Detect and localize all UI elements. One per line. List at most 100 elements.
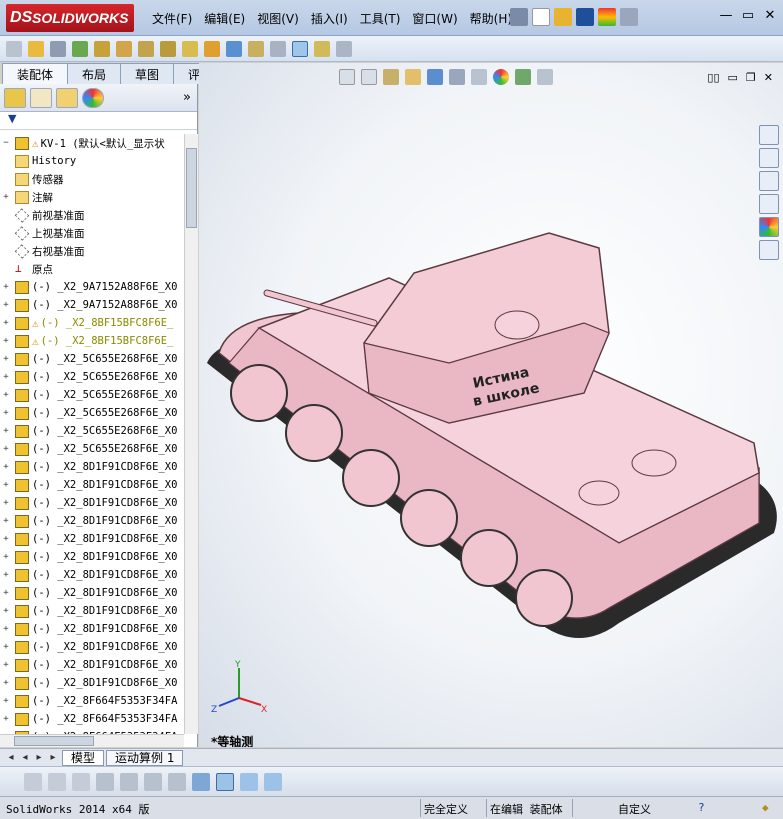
close-button[interactable]: ✕ — [763, 8, 777, 23]
tree-item[interactable]: + (-) _X2_5C655E268F6E_X0 — [0, 404, 184, 422]
tree-item[interactable]: + (-) _X2_8D1F91CD8F6E_X0 — [0, 656, 184, 674]
bill-of-materials-icon[interactable] — [226, 40, 242, 57]
display-manager-tab-icon[interactable] — [82, 87, 104, 108]
take-snapshot-icon[interactable] — [336, 40, 352, 57]
stop-icon[interactable] — [96, 772, 114, 791]
tree-item[interactable]: + (-) _X2_8D1F91CD8F6E_X0 — [0, 548, 184, 566]
menu-window[interactable]: 窗口(W) — [406, 8, 463, 29]
expand-chevron-icon[interactable]: » — [183, 90, 191, 105]
design-library-icon[interactable] — [759, 148, 779, 168]
tree-expand-toggle-icon[interactable]: + — [0, 588, 12, 598]
split-vertical-icon[interactable] — [264, 772, 282, 791]
minimize-button[interactable]: — — [719, 8, 733, 23]
custom-properties-icon[interactable] — [759, 240, 779, 260]
tree-expand-toggle-icon[interactable]: + — [0, 300, 12, 310]
tree-item[interactable]: + (-) _X2_8F664F5353F34FA — [0, 710, 184, 728]
results-plot-icon[interactable] — [192, 772, 210, 791]
linear-pattern-icon[interactable] — [72, 40, 88, 57]
tree-item[interactable]: ⊥ 原点 — [0, 260, 184, 278]
tree-item[interactable]: + 注解 — [0, 188, 184, 206]
tree-expand-toggle-icon[interactable]: − — [0, 138, 12, 148]
scroll-thumb-horizontal[interactable] — [14, 736, 94, 746]
filter-bar[interactable]: ▼ — [0, 112, 197, 130]
tree-expand-toggle-icon[interactable]: + — [0, 390, 12, 400]
tree-expand-toggle-icon[interactable]: + — [0, 516, 12, 526]
solidworks-logo[interactable]: DS SOLIDWORKS — [6, 4, 134, 32]
last-tab-arrow-icon[interactable]: ▸ — [46, 752, 60, 763]
tree-expand-toggle-icon[interactable]: + — [0, 606, 12, 616]
tree-item[interactable]: 右视基准面 — [0, 242, 184, 260]
tree-expand-toggle-icon[interactable]: + — [0, 678, 12, 688]
tree-item[interactable]: + ⚠ (-) _X2_8BF15BFC8F6E_ — [0, 314, 184, 332]
tree-item[interactable]: + (-) _X2_8D1F91CD8F6E_X0 — [0, 494, 184, 512]
add-key-icon[interactable] — [168, 772, 186, 791]
configuration-manager-tab-icon[interactable] — [56, 87, 78, 108]
menu-edit[interactable]: 编辑(E) — [198, 8, 251, 29]
new-motion-study-icon[interactable] — [204, 40, 220, 57]
tree-expand-toggle-icon[interactable]: + — [0, 624, 12, 634]
tree-expand-toggle-icon[interactable]: + — [0, 336, 12, 346]
tree-expand-toggle-icon[interactable]: + — [0, 192, 12, 202]
tab-sketch[interactable]: 草图 — [120, 63, 175, 84]
solidworks-resources-icon[interactable] — [759, 125, 779, 145]
tree-item[interactable]: + (-) _X2_8D1F91CD8F6E_X0 — [0, 602, 184, 620]
tab-motion-study[interactable]: 运动算例 1 — [106, 749, 184, 766]
save-icon[interactable] — [576, 8, 594, 26]
new-document-icon[interactable] — [532, 8, 550, 26]
tree-expand-toggle-icon[interactable]: + — [0, 570, 12, 580]
menu-tools[interactable]: 工具(T) — [354, 8, 407, 29]
tree-item[interactable]: + (-) _X2_8F664F5353F34FA — [0, 692, 184, 710]
tree-root-assembly[interactable]: − ⚠ KV-1 (默认<默认_显示状 — [0, 134, 184, 152]
split-horizontal-icon[interactable] — [240, 772, 258, 791]
tree-vertical-scrollbar[interactable] — [184, 134, 198, 734]
tab-assembly[interactable]: 装配体 — [2, 63, 69, 84]
tree-item[interactable]: + ⚠ (-) _X2_8BF15BFC8F6E_ — [0, 332, 184, 350]
tree-expand-toggle-icon[interactable]: + — [0, 354, 12, 364]
tree-item[interactable]: + (-) _X2_5C655E268F6E_X0 — [0, 386, 184, 404]
tree-item[interactable]: History — [0, 152, 184, 170]
insert-component-icon[interactable] — [6, 40, 22, 57]
reference-geometry-icon[interactable] — [182, 40, 198, 57]
tree-item[interactable]: + (-) _X2_8D1F91CD8F6E_X0 — [0, 512, 184, 530]
tank-model[interactable]: Истина в школе — [199, 63, 783, 747]
tree-item[interactable]: + (-) _X2_8D1F91CD8F6E_X0 — [0, 674, 184, 692]
tree-item[interactable]: + (-) _X2_8D1F91CD8F6E_X0 — [0, 620, 184, 638]
tree-item[interactable]: + (-) _X2_8D1F91CD8F6E_X0 — [0, 584, 184, 602]
tree-expand-toggle-icon[interactable]: + — [0, 534, 12, 544]
tree-expand-toggle-icon[interactable]: + — [0, 444, 12, 454]
tree-item[interactable]: + (-) _X2_9A7152A88F6E_X0 — [0, 296, 184, 314]
tree-expand-toggle-icon[interactable]: + — [0, 696, 12, 706]
tab-layout[interactable]: 布局 — [67, 63, 122, 84]
maximize-button[interactable]: ▭ — [741, 8, 755, 23]
feature-tree-tab-icon[interactable] — [4, 87, 26, 108]
pushpin-icon[interactable] — [510, 8, 528, 26]
3d-view-icon[interactable] — [216, 772, 234, 791]
options-gear-icon[interactable] — [620, 8, 638, 26]
new-part-icon[interactable] — [28, 40, 44, 57]
status-units[interactable]: 自定义 — [618, 801, 651, 817]
tree-expand-toggle-icon[interactable]: + — [0, 318, 12, 328]
tree-item[interactable]: + (-) _X2_5C655E268F6E_X0 — [0, 440, 184, 458]
scroll-thumb[interactable] — [186, 148, 197, 228]
tree-item[interactable]: + (-) _X2_8D1F91CD8F6E_X0 — [0, 638, 184, 656]
view-palette-icon[interactable] — [759, 194, 779, 214]
next-tab-arrow-icon[interactable]: ▸ — [32, 752, 46, 763]
tree-expand-toggle-icon[interactable]: + — [0, 462, 12, 472]
file-explorer-icon[interactable] — [759, 171, 779, 191]
menu-insert[interactable]: 插入(I) — [305, 8, 354, 29]
menu-file[interactable]: 文件(F) — [146, 8, 198, 29]
tree-item[interactable]: 前视基准面 — [0, 206, 184, 224]
tree-item[interactable]: + (-) _X2_5C655E268F6E_X0 — [0, 368, 184, 386]
tab-model[interactable]: 模型 — [62, 749, 105, 766]
first-tab-arrow-icon[interactable]: ◂ — [4, 752, 18, 763]
tree-item[interactable]: + (-) _X2_9A7152A88F6E_X0 — [0, 278, 184, 296]
tree-expand-toggle-icon[interactable]: + — [0, 372, 12, 382]
move-component-icon[interactable] — [116, 40, 132, 57]
tree-item[interactable]: + (-) _X2_8D1F91CD8F6E_X0 — [0, 530, 184, 548]
play-icon[interactable] — [72, 772, 90, 791]
playback-speed-icon[interactable] — [120, 772, 138, 791]
autokey-icon[interactable] — [144, 772, 162, 791]
tree-horizontal-scrollbar[interactable] — [0, 734, 184, 747]
smart-fasteners-icon[interactable] — [94, 40, 110, 57]
tree-item[interactable]: + (-) _X2_5C655E268F6E_X0 — [0, 350, 184, 368]
